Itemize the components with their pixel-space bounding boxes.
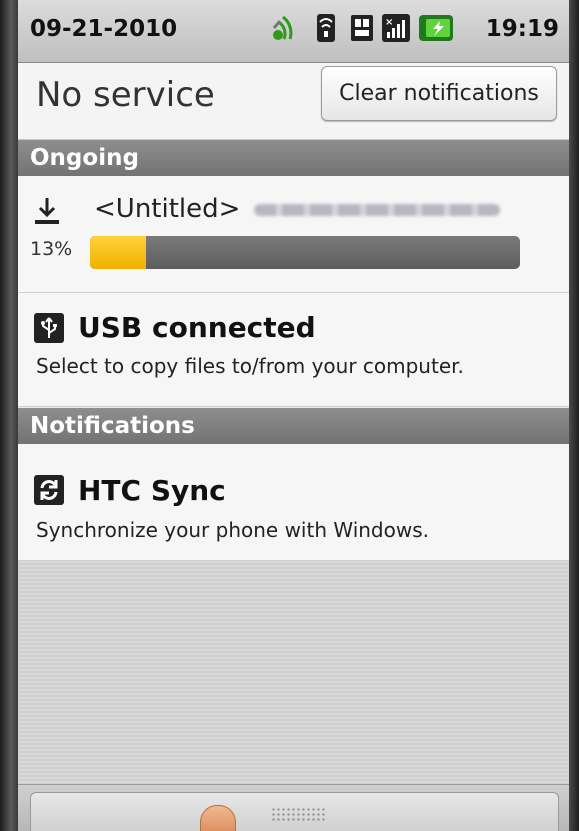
htc-sync-notification[interactable]: HTC Sync Synchronize your phone with Win… <box>18 444 569 561</box>
download-icon <box>35 198 59 224</box>
finger-touch-icon <box>200 805 236 831</box>
sync-activity-icon <box>272 15 293 40</box>
sync-icon <box>34 475 64 505</box>
htc-sync-description: Synchronize your phone with Windows. <box>36 518 429 542</box>
download-progress-fill <box>90 236 146 269</box>
usb-icon <box>34 313 64 343</box>
device-bezel-left <box>0 0 18 831</box>
htc-sync-title: HTC Sync <box>78 474 226 507</box>
clear-notifications-button[interactable]: Clear notifications <box>321 66 557 121</box>
usb-notification[interactable]: USB connected Select to copy files to/fr… <box>18 293 569 407</box>
download-progress-bar <box>90 236 520 269</box>
empty-notification-area <box>18 561 569 785</box>
usb-title: USB connected <box>78 311 316 344</box>
download-title: <Untitled> <box>94 194 241 224</box>
download-notification[interactable]: <Untitled> 13% <box>18 176 569 293</box>
device-bezel-right <box>569 0 579 831</box>
usb-description: Select to copy files to/from your comput… <box>36 354 464 378</box>
phone-screen: 09-21-2010 × 19:19 No service Clear noti… <box>18 0 569 831</box>
wifi-icon <box>317 14 335 42</box>
drawer-handle[interactable] <box>30 792 559 831</box>
status-time: 19:19 <box>485 16 559 42</box>
grip-icon <box>271 807 327 821</box>
battery-charging-icon <box>419 15 453 41</box>
notification-header: No service Clear notifications <box>18 63 569 140</box>
section-ongoing: Ongoing <box>18 140 569 176</box>
status-bar: 09-21-2010 × 19:19 <box>18 0 569 63</box>
section-notifications: Notifications <box>18 408 569 444</box>
download-percent: 13% <box>30 238 73 260</box>
status-date: 09-21-2010 <box>30 16 178 42</box>
svg-text:×: × <box>385 17 393 28</box>
carrier-status: No service <box>36 75 215 115</box>
signal-off-icon: × <box>382 14 410 42</box>
notification-drawer-handle-bar[interactable] <box>18 784 569 831</box>
sd-card-icon <box>351 15 373 41</box>
download-url-blurred <box>254 204 500 216</box>
